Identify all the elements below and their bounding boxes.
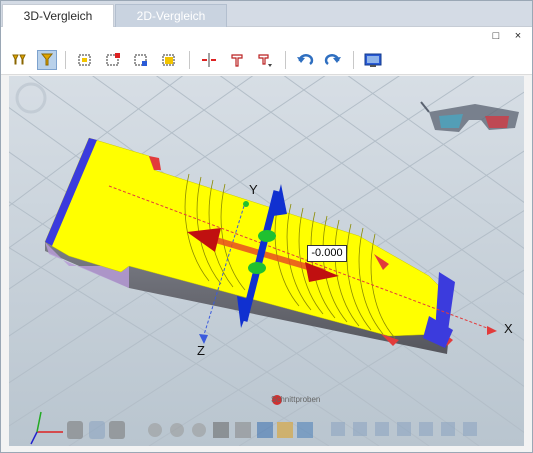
cylinder-outline-icon[interactable] <box>109 421 125 439</box>
close-button[interactable]: × <box>511 29 525 43</box>
measure-icon[interactable] <box>213 422 229 438</box>
cut-arrow-icon[interactable] <box>255 50 275 70</box>
tab-3d-vergleich[interactable]: 3D-Vergleich <box>2 4 114 28</box>
maximize-button[interactable]: □ <box>489 29 503 43</box>
layers-icon[interactable] <box>235 422 251 438</box>
separator <box>65 51 66 69</box>
split-icon[interactable] <box>199 50 219 70</box>
shading-icon[interactable] <box>277 422 293 438</box>
view-right-icon[interactable] <box>397 422 411 436</box>
comparison-window: 3D-Vergleich 2D-Vergleich □ × -0.000 Y X… <box>0 0 533 453</box>
window-controls: □ × <box>1 27 532 45</box>
select-red-icon[interactable] <box>103 50 123 70</box>
separator <box>285 51 286 69</box>
gizmo-center-lower[interactable] <box>248 262 266 274</box>
view-mode-icon[interactable] <box>257 422 273 438</box>
select-all-icon[interactable] <box>75 50 95 70</box>
wireframe-icon[interactable] <box>297 422 313 438</box>
box-view-icon[interactable] <box>89 421 105 439</box>
view-top-icon[interactable] <box>419 422 433 436</box>
screenshot-icon[interactable] <box>363 50 383 70</box>
filter-active-icon[interactable] <box>37 50 57 70</box>
tab-bar: 3D-Vergleich 2D-Vergleich <box>1 1 532 28</box>
measure-value-label[interactable]: -0.000 <box>307 245 347 262</box>
gizmo-y-origin-dot <box>243 201 249 207</box>
toolbar <box>1 45 532 75</box>
tab-2d-vergleich[interactable]: 2D-Vergleich <box>115 4 227 27</box>
undo-icon[interactable] <box>295 50 315 70</box>
zoom-fit-icon[interactable] <box>170 423 184 437</box>
axis-label-x: X <box>504 321 513 336</box>
view-iso-icon[interactable] <box>463 422 477 436</box>
cut-icon[interactable] <box>227 50 247 70</box>
separator <box>189 51 190 69</box>
axis-label-y: Y <box>249 182 258 197</box>
view-left-icon[interactable] <box>375 422 389 436</box>
select-yellow-icon[interactable] <box>159 50 179 70</box>
axis-label-z: Z <box>197 343 205 358</box>
view-front-icon[interactable] <box>331 422 345 436</box>
select-blue-icon[interactable] <box>131 50 151 70</box>
gizmo-center-upper[interactable] <box>258 230 276 242</box>
view-back-icon[interactable] <box>353 422 367 436</box>
view-bottom-icon[interactable] <box>441 422 455 436</box>
redo-icon[interactable] <box>323 50 343 70</box>
3d-viewport[interactable]: -0.000 Y X Z Schnittproben <box>9 76 524 446</box>
zoom-icon[interactable] <box>148 423 162 437</box>
separator <box>353 51 354 69</box>
filter-icon[interactable] <box>9 50 29 70</box>
rotate-icon[interactable] <box>192 423 206 437</box>
cylinder-view-icon[interactable] <box>67 421 83 439</box>
hint-label[interactable]: Schnittproben <box>271 395 320 404</box>
